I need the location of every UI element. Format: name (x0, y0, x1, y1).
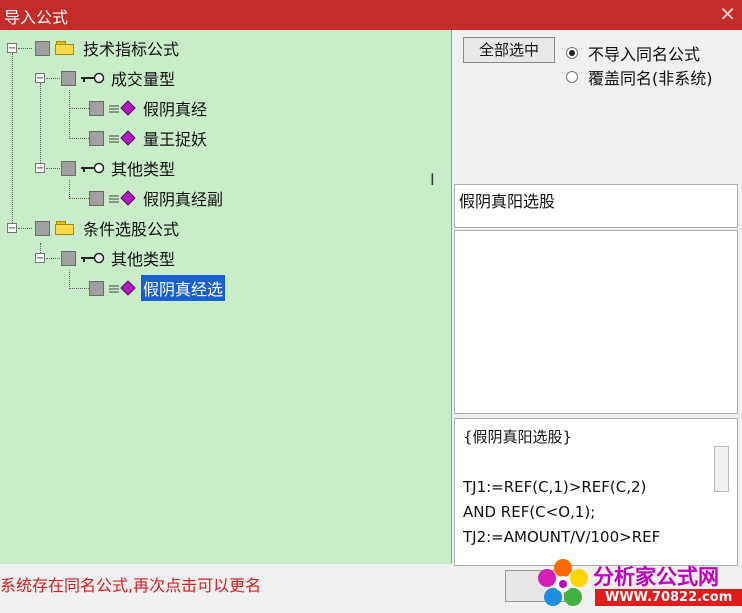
tree-node-label: 假阴真经副 (143, 190, 224, 209)
radio-dot[interactable] (566, 47, 578, 59)
tree-group-other[interactable]: − 其他类型 (35, 156, 177, 180)
checkbox[interactable] (89, 130, 104, 146)
tree-node-label: 假阴真经选 (141, 275, 226, 301)
collapse-icon[interactable]: − (35, 163, 45, 174)
formula-tree[interactable]: − 技术指标公式 − 成交量型 假阴真经 量王捉妖 − 其他类型 假阴真经副 −… (0, 30, 452, 564)
tree-connector (12, 53, 13, 233)
status-message: 系统存在同名公式,再次点击可以更名 (0, 576, 262, 595)
tree-formula-item[interactable]: 假阴真经副 (89, 186, 225, 210)
tree-formula-item-selected[interactable]: 假阴真经选 (89, 275, 226, 301)
key-icon (81, 72, 105, 84)
select-all-button[interactable]: 全部选中 (463, 37, 555, 63)
tree-node-label: 假阴真经 (143, 100, 208, 119)
checkbox[interactable] (35, 220, 50, 236)
site-logo: 分析家公式网 WWW.70822.com (535, 557, 742, 609)
close-icon[interactable]: ✕ (719, 2, 736, 26)
checkbox[interactable] (89, 190, 104, 206)
folder-icon (55, 41, 75, 55)
formula-name-field[interactable]: 假阴真阳选股 (454, 184, 738, 228)
code-line: AND REF(C<O,1); (463, 503, 596, 521)
tree-connector (69, 198, 89, 199)
window-title: 导入公式 (4, 8, 69, 27)
tree-connector (69, 90, 70, 139)
radio-label: 不导入同名公式 (588, 45, 701, 64)
checkbox[interactable] (89, 100, 104, 116)
tree-formula-item[interactable]: 量王捉妖 (89, 126, 209, 150)
logo-name: 分析家公式网 (593, 565, 719, 589)
tree-group-volume[interactable]: − 成交量型 (35, 66, 177, 90)
radio-label: 覆盖同名(非系统) (588, 69, 713, 88)
tree-node-label: 条件选股公式 (83, 220, 180, 239)
tree-node-label: 量王捉妖 (143, 130, 208, 149)
collapse-icon[interactable]: − (7, 43, 17, 54)
formula-icon (109, 130, 136, 146)
folder-icon (55, 221, 75, 235)
formula-icon (109, 190, 136, 206)
collapse-icon[interactable]: − (35, 73, 45, 84)
checkbox[interactable] (89, 280, 104, 296)
tree-formula-item[interactable]: 假阴真经 (89, 96, 209, 120)
key-icon (81, 162, 105, 174)
tree-connector (69, 108, 89, 109)
tree-node-label: 其他类型 (111, 250, 176, 269)
formula-description-area[interactable] (454, 230, 738, 414)
tree-node-label: 成交量型 (111, 70, 176, 89)
checkbox[interactable] (61, 160, 76, 176)
formula-icon (109, 280, 136, 296)
formula-icon (109, 100, 136, 116)
tree-node-label: 技术指标公式 (83, 40, 180, 59)
formula-code-area[interactable]: {假阴真阳选股} TJ1:=REF(C,1)>REF(C,2) AND REF(… (454, 418, 738, 566)
radio-overwrite-duplicates[interactable]: 覆盖同名(非系统) (566, 65, 713, 89)
flower-logo-icon (538, 559, 588, 606)
code-line: TJ2:=AMOUNT/V/100>REF (463, 528, 661, 546)
collapse-icon[interactable]: − (35, 253, 45, 264)
checkbox[interactable] (61, 70, 76, 86)
radio-dot[interactable] (566, 71, 578, 83)
logo-url: WWW.70822.com (595, 589, 742, 606)
tree-connector (69, 288, 89, 289)
checkbox[interactable] (61, 250, 76, 266)
code-scrollbar-thumb[interactable] (714, 446, 729, 492)
tree-folder-stock-selection[interactable]: − 条件选股公式 (7, 216, 181, 240)
text-cursor-icon: I (430, 170, 435, 189)
tree-group-other[interactable]: − 其他类型 (35, 246, 177, 270)
collapse-icon[interactable]: − (7, 223, 17, 234)
checkbox[interactable] (35, 40, 50, 56)
tree-connector (69, 180, 70, 199)
title-bar: 导入公式 ✕ (0, 0, 742, 30)
key-icon (81, 252, 105, 264)
code-line: TJ1:=REF(C,1)>REF(C,2) (463, 478, 647, 496)
tree-connector (69, 270, 70, 289)
tree-node-label: 其他类型 (111, 160, 176, 179)
tree-connector (69, 138, 89, 139)
tree-folder-tech-indicators[interactable]: − 技术指标公式 (7, 36, 181, 60)
code-line: {假阴真阳选股} (463, 428, 573, 446)
radio-skip-duplicates[interactable]: 不导入同名公式 (566, 41, 700, 65)
